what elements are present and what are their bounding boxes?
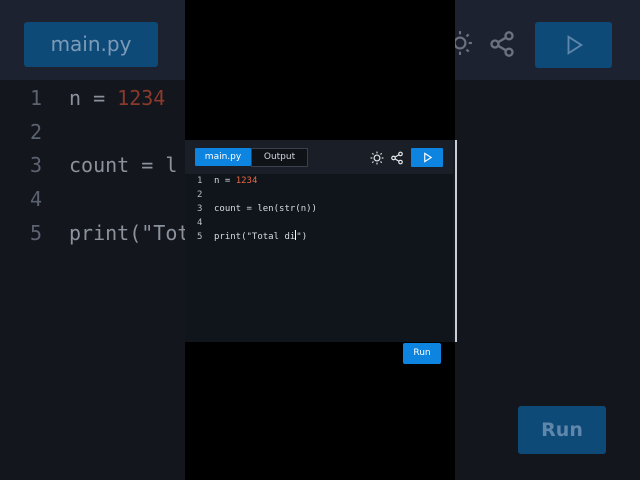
background-tab-main: main.py [24, 22, 158, 67]
background-code-line: 4 [30, 187, 43, 211]
code-area[interactable]: 1 n = 1234 2 3 count = len(str(n)) 4 5 p… [185, 174, 453, 364]
code-line: 5 print("Total di") [197, 230, 308, 242]
line-number: 2 [197, 190, 203, 200]
play-icon [423, 152, 432, 163]
background-code-line: 1 n = 1234 [30, 86, 166, 110]
line-number: 5 [197, 232, 203, 242]
number-literal: 1234 [235, 176, 258, 186]
background-run-button [535, 22, 612, 68]
background-run-bottom-button: Run [518, 406, 606, 454]
line-number: 3 [197, 204, 203, 214]
run-button[interactable]: Run [403, 343, 441, 364]
code-line: 3 count = len(str(n)) [197, 204, 317, 214]
code-line: 1 n = 1234 [197, 176, 258, 186]
background-code-line: 2 [30, 120, 43, 144]
play-icon [567, 35, 583, 55]
share-icon [488, 30, 516, 62]
tab-main-py[interactable]: main.py [195, 148, 251, 166]
background-code-line: 5 print("Tot [30, 221, 190, 245]
share-icon[interactable] [390, 150, 404, 165]
code-editor-window: main.py Output 1 n = 1234 2 3 count = le… [185, 140, 457, 364]
editor-toolbar: main.py Output [185, 140, 453, 175]
sun-icon[interactable] [370, 150, 384, 165]
tab-output[interactable]: Output [251, 148, 308, 167]
line-number: 1 [197, 176, 203, 186]
code-line: 2 [185, 188, 453, 202]
run-icon-button[interactable] [411, 148, 443, 167]
code-line: 4 [185, 216, 453, 230]
background-code-line: 3 count = l [30, 153, 178, 177]
line-number: 4 [197, 218, 203, 228]
